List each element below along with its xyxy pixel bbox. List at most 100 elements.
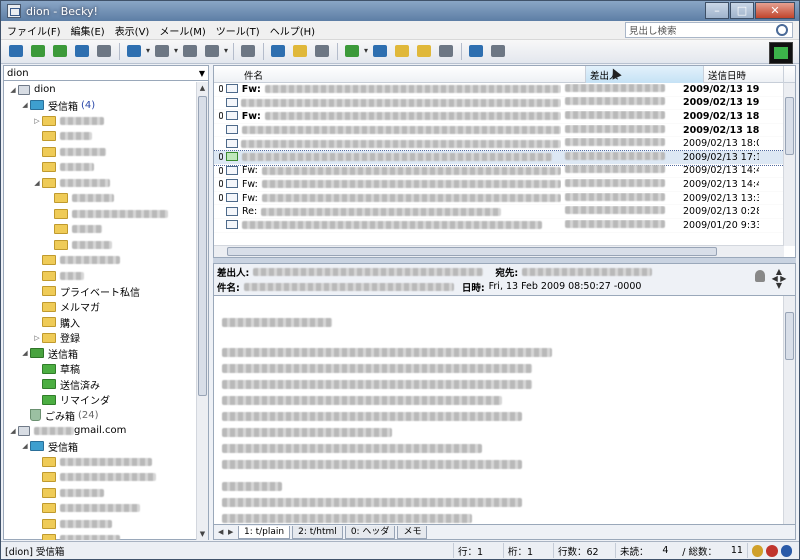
- tree-node[interactable]: [4, 485, 197, 501]
- pencil-icon[interactable]: [291, 43, 309, 60]
- send-icon[interactable]: [51, 43, 69, 60]
- expand-toggle-icon[interactable]: ◢: [20, 101, 30, 109]
- tree-node[interactable]: ごみ箱 (24): [4, 408, 197, 424]
- print-icon[interactable]: [239, 43, 257, 60]
- minimize-button[interactable]: –: [705, 2, 729, 19]
- tree-node[interactable]: [4, 516, 197, 532]
- tree-node[interactable]: ◢ 受信箱 (4): [4, 98, 197, 114]
- message-row[interactable]: Re: 2009/02/13 0:28: [214, 205, 784, 219]
- tree-node[interactable]: ▷: [4, 113, 197, 129]
- tree-node[interactable]: [4, 470, 197, 486]
- body-tab-3[interactable]: メモ: [397, 525, 428, 539]
- tree-node[interactable]: リマインダ: [4, 392, 197, 408]
- tree-node[interactable]: [4, 144, 197, 160]
- expand-toggle-icon[interactable]: ◢: [20, 442, 30, 450]
- mark-icon[interactable]: [203, 43, 228, 60]
- expand-toggle-icon[interactable]: ◢: [8, 86, 18, 94]
- message-row[interactable]: 2009/02/13 17:15: [214, 149, 784, 166]
- maximize-button[interactable]: □: [730, 2, 754, 19]
- column-from[interactable]: 差出人: [586, 66, 704, 83]
- message-row[interactable]: Fw: 2009/02/13 14:46: [214, 178, 784, 192]
- folder-mailbox-select[interactable]: dion ▼: [4, 66, 208, 81]
- receive-icon[interactable]: [29, 43, 47, 60]
- notepad-icon[interactable]: [415, 43, 433, 60]
- menu-item-3[interactable]: メール(M): [159, 23, 205, 38]
- expand-toggle-icon[interactable]: ◢: [32, 179, 42, 187]
- view-icon[interactable]: [467, 43, 485, 60]
- tree-node[interactable]: [4, 532, 197, 540]
- tree-node[interactable]: [4, 253, 197, 269]
- message-row[interactable]: Fw: 2009/02/13 13:37: [214, 192, 784, 206]
- message-body-scrollbar[interactable]: [783, 296, 795, 524]
- tree-node[interactable]: [4, 160, 197, 176]
- scroll-thumb[interactable]: [785, 312, 794, 360]
- message-row[interactable]: Fw: 2009/02/13 14:48: [214, 165, 784, 179]
- chevron-down-icon[interactable]: ▼: [199, 69, 205, 78]
- quick-search-icon[interactable]: [780, 544, 792, 557]
- tree-node[interactable]: [4, 222, 197, 238]
- tree-node[interactable]: [4, 268, 197, 284]
- scroll-thumb[interactable]: [198, 96, 207, 396]
- heading-search-input[interactable]: [626, 24, 774, 36]
- expand-toggle-icon[interactable]: ▷: [32, 117, 42, 125]
- menu-item-1[interactable]: 編集(E): [71, 23, 105, 38]
- message-row[interactable]: 2009/02/13 18: [214, 124, 784, 138]
- message-row[interactable]: Fw: 2009/02/13 19: [214, 83, 784, 97]
- send-receive-icon[interactable]: [7, 43, 25, 60]
- compose-icon[interactable]: [95, 43, 113, 60]
- tree-node[interactable]: 草稿: [4, 361, 197, 377]
- message-list-horizontal-scrollbar[interactable]: [214, 245, 784, 257]
- filter-icon[interactable]: [269, 43, 287, 60]
- alert-icon[interactable]: [766, 544, 778, 557]
- folder-icon[interactable]: [437, 43, 455, 60]
- flag-icon[interactable]: [181, 43, 199, 60]
- tree-node[interactable]: [4, 454, 197, 470]
- heading-search-box[interactable]: [625, 22, 793, 38]
- message-row[interactable]: 2009/01/20 9:33: [214, 219, 784, 233]
- tree-node[interactable]: メルマガ: [4, 299, 197, 315]
- body-tab-1[interactable]: 2: t/html: [292, 525, 343, 539]
- connection-status-icon[interactable]: [752, 544, 764, 557]
- menu-item-5[interactable]: ヘルプ(H): [270, 23, 315, 38]
- tree-node[interactable]: [4, 206, 197, 222]
- tree-node[interactable]: プライベート私信: [4, 284, 197, 300]
- menu-item-4[interactable]: ツール(T): [216, 23, 260, 38]
- expand-toggle-icon[interactable]: ◢: [8, 427, 18, 435]
- body-tab-2[interactable]: 0: ヘッダ: [344, 525, 396, 539]
- folder-tree-scrollbar[interactable]: ▲ ▼: [196, 82, 208, 540]
- scroll-down-arrow-icon[interactable]: ▼: [197, 528, 208, 540]
- download-icon[interactable]: [343, 43, 368, 60]
- column-date[interactable]: 送信日時: [704, 66, 784, 83]
- message-row[interactable]: 2009/02/13 19: [214, 97, 784, 111]
- tree-node[interactable]: 送信済み: [4, 377, 197, 393]
- menu-item-2[interactable]: 表示(V): [115, 23, 150, 38]
- tag-icon[interactable]: [153, 43, 178, 60]
- tree-node[interactable]: ◢ 送信箱: [4, 346, 197, 362]
- message-list-scrollbar[interactable]: [783, 83, 795, 246]
- tree-node[interactable]: ◢ 受信箱: [4, 439, 197, 455]
- note-icon[interactable]: [393, 43, 411, 60]
- message-row[interactable]: Fw: 2009/02/13 18: [214, 110, 784, 124]
- tree-node[interactable]: ◢ gmail.com: [4, 423, 197, 439]
- message-body-pane[interactable]: [213, 295, 796, 525]
- tree-node[interactable]: ◢: [4, 175, 197, 191]
- navigate-arrows-icon[interactable]: ▲ ◀ ▶ ▼: [769, 268, 789, 290]
- tab-next-icon[interactable]: ▶: [228, 528, 236, 536]
- tree-node[interactable]: [4, 237, 197, 253]
- expand-toggle-icon[interactable]: ◢: [20, 349, 30, 357]
- scroll-thumb[interactable]: [227, 247, 717, 256]
- tree-node[interactable]: 購入: [4, 315, 197, 331]
- tab-prev-icon[interactable]: ◀: [218, 528, 226, 536]
- template-icon[interactable]: [313, 43, 331, 60]
- search-icon[interactable]: [776, 24, 788, 36]
- tree-node[interactable]: [4, 129, 197, 145]
- scroll-thumb[interactable]: [785, 97, 794, 155]
- tree-node[interactable]: [4, 191, 197, 207]
- close-button[interactable]: ✕: [755, 2, 795, 19]
- layout-icon[interactable]: [489, 43, 507, 60]
- body-tab-0[interactable]: 1: t/plain: [238, 525, 291, 539]
- add-sender-icon[interactable]: [755, 270, 765, 282]
- address-book-icon[interactable]: [371, 43, 389, 60]
- check-icon[interactable]: [125, 43, 150, 60]
- scroll-up-arrow-icon[interactable]: ▲: [197, 82, 208, 94]
